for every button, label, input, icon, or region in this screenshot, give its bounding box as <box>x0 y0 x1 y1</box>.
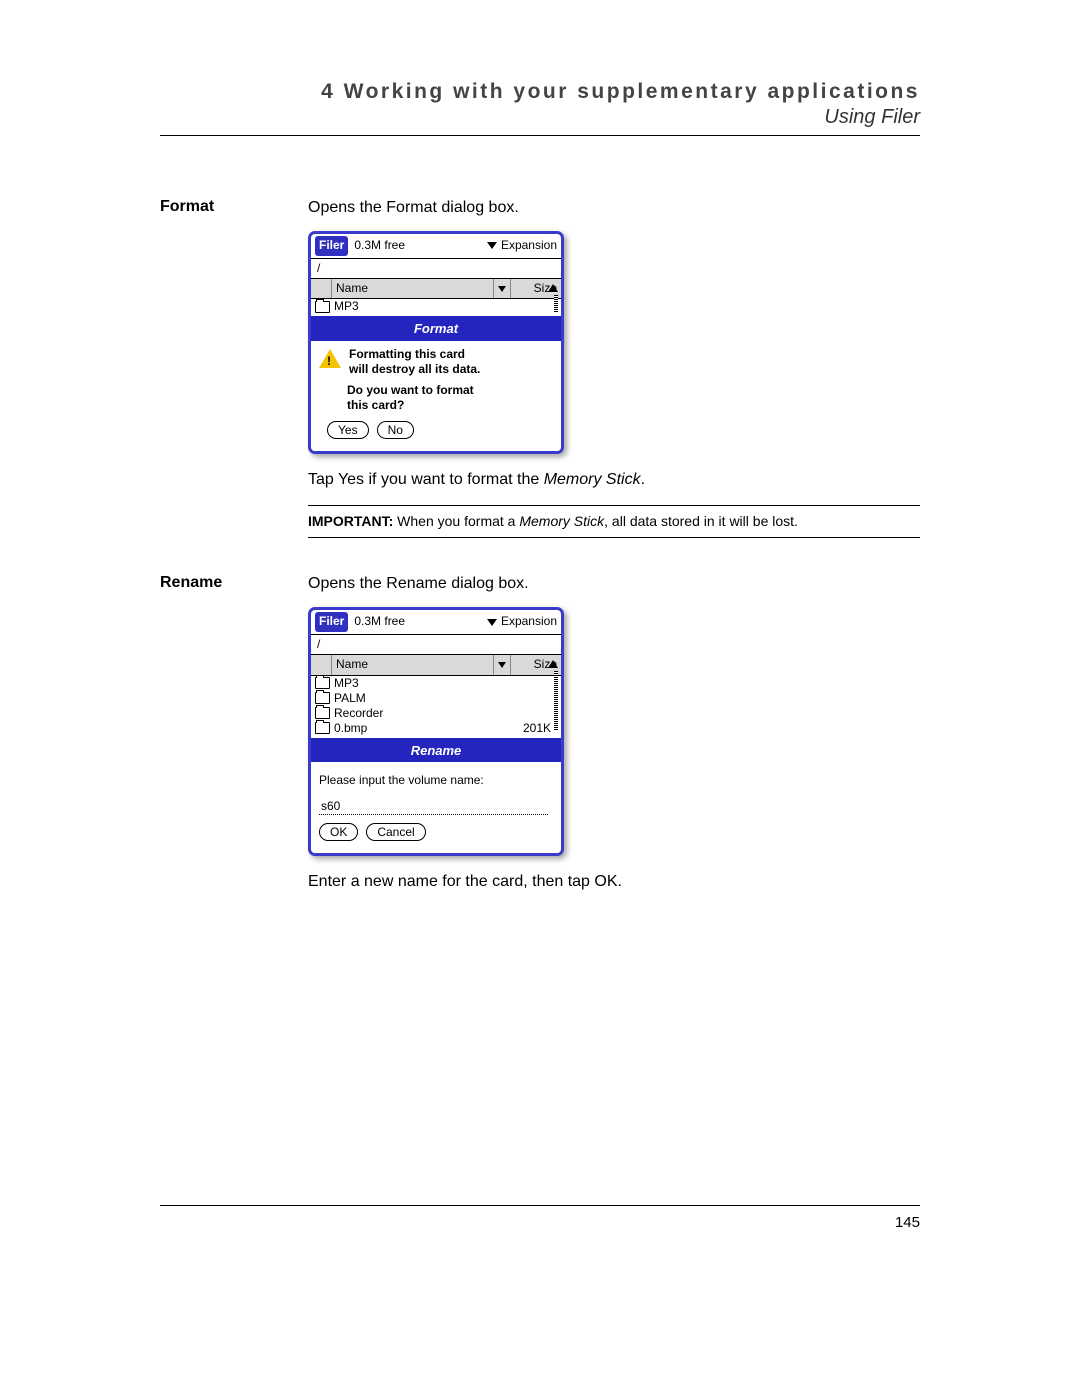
rename-caption: Enter a new name for the card, then tap … <box>308 870 920 893</box>
col-name[interactable]: Name <box>332 279 494 298</box>
free-space-label: 0.3M free <box>354 613 487 630</box>
important-label: IMPORTANT: <box>308 513 393 529</box>
storage-dropdown-label: Expansion <box>501 613 557 630</box>
sort-button[interactable] <box>494 655 511 674</box>
chevron-down-icon <box>487 619 497 626</box>
entry-label-rename: Rename <box>160 572 280 905</box>
no-button[interactable]: No <box>377 421 414 439</box>
list-item[interactable]: 0.bmp 201K <box>311 721 561 736</box>
list-item[interactable]: PALM <box>311 691 561 706</box>
path-label: / <box>311 259 561 279</box>
list-item[interactable]: Recorder <box>311 706 561 721</box>
page-footer: 145 <box>160 1205 920 1231</box>
screenshot-format: Filer 0.3M free Expansion / Name Size <box>308 231 564 454</box>
file-name: MP3 <box>334 299 559 314</box>
chevron-down-icon <box>487 242 497 249</box>
column-header-row: Name Size <box>311 279 561 299</box>
ok-button[interactable]: OK <box>319 823 358 841</box>
app-badge: Filer <box>315 612 348 631</box>
list-item[interactable]: MP3 <box>311 299 561 314</box>
free-space-label: 0.3M free <box>354 237 487 254</box>
column-header-row: Name Size <box>311 655 561 675</box>
scrollbar[interactable] <box>554 295 558 313</box>
sort-button[interactable] <box>494 279 511 298</box>
path-label: / <box>311 635 561 655</box>
entry-rename: Rename Opens the Rename dialog box. File… <box>160 572 920 905</box>
chapter-title: 4 Working with your supplementary applic… <box>160 80 920 104</box>
file-name: MP3 <box>334 676 559 691</box>
rename-desc: Opens the Rename dialog box. <box>308 572 920 595</box>
cancel-button[interactable]: Cancel <box>366 823 425 841</box>
scroll-up-icon[interactable] <box>548 660 558 668</box>
storage-dropdown-label: Expansion <box>501 237 557 254</box>
page-header: 4 Working with your supplementary applic… <box>160 80 920 136</box>
chevron-down-icon <box>498 662 506 668</box>
screenshot-rename: Filer 0.3M free Expansion / Name Size <box>308 607 564 856</box>
folder-icon <box>315 677 330 689</box>
rename-dialog: Rename Please input the volume name: OK … <box>311 738 561 854</box>
volume-name-input[interactable] <box>319 798 548 815</box>
format-desc: Opens the Format dialog box. <box>308 196 920 219</box>
important-note: IMPORTANT: When you format a Memory Stic… <box>308 505 920 538</box>
col-name[interactable]: Name <box>332 655 494 674</box>
input-label: Please input the volume name: <box>319 772 553 789</box>
page-number: 145 <box>895 1214 920 1231</box>
storage-dropdown[interactable]: Expansion <box>487 613 557 630</box>
file-size: 201K <box>509 721 559 736</box>
chevron-down-icon <box>498 286 506 292</box>
folder-icon <box>315 707 330 719</box>
file-icon <box>315 722 330 734</box>
entry-format: Format Opens the Format dialog box. File… <box>160 196 920 562</box>
folder-icon <box>315 301 330 313</box>
format-dialog: Format Formatting this card will destroy… <box>311 316 561 451</box>
warning-text: Formatting this card will destroy all it… <box>349 347 480 377</box>
file-name: 0.bmp <box>334 721 509 736</box>
app-badge: Filer <box>315 236 348 255</box>
dialog-question: Do you want to format this card? <box>347 383 553 413</box>
entry-label-format: Format <box>160 196 280 562</box>
scroll-up-icon[interactable] <box>548 284 558 292</box>
scrollbar[interactable] <box>554 671 558 731</box>
section-title: Using Filer <box>160 106 920 129</box>
warning-icon <box>319 349 341 368</box>
list-item[interactable]: MP3 <box>311 676 561 691</box>
folder-icon <box>315 692 330 704</box>
format-caption: Tap Yes if you want to format the Memory… <box>308 468 920 491</box>
storage-dropdown[interactable]: Expansion <box>487 237 557 254</box>
dialog-title: Rename <box>311 740 561 763</box>
dialog-title: Format <box>311 318 561 341</box>
yes-button[interactable]: Yes <box>327 421 369 439</box>
file-name: Recorder <box>334 706 559 721</box>
file-name: PALM <box>334 691 559 706</box>
